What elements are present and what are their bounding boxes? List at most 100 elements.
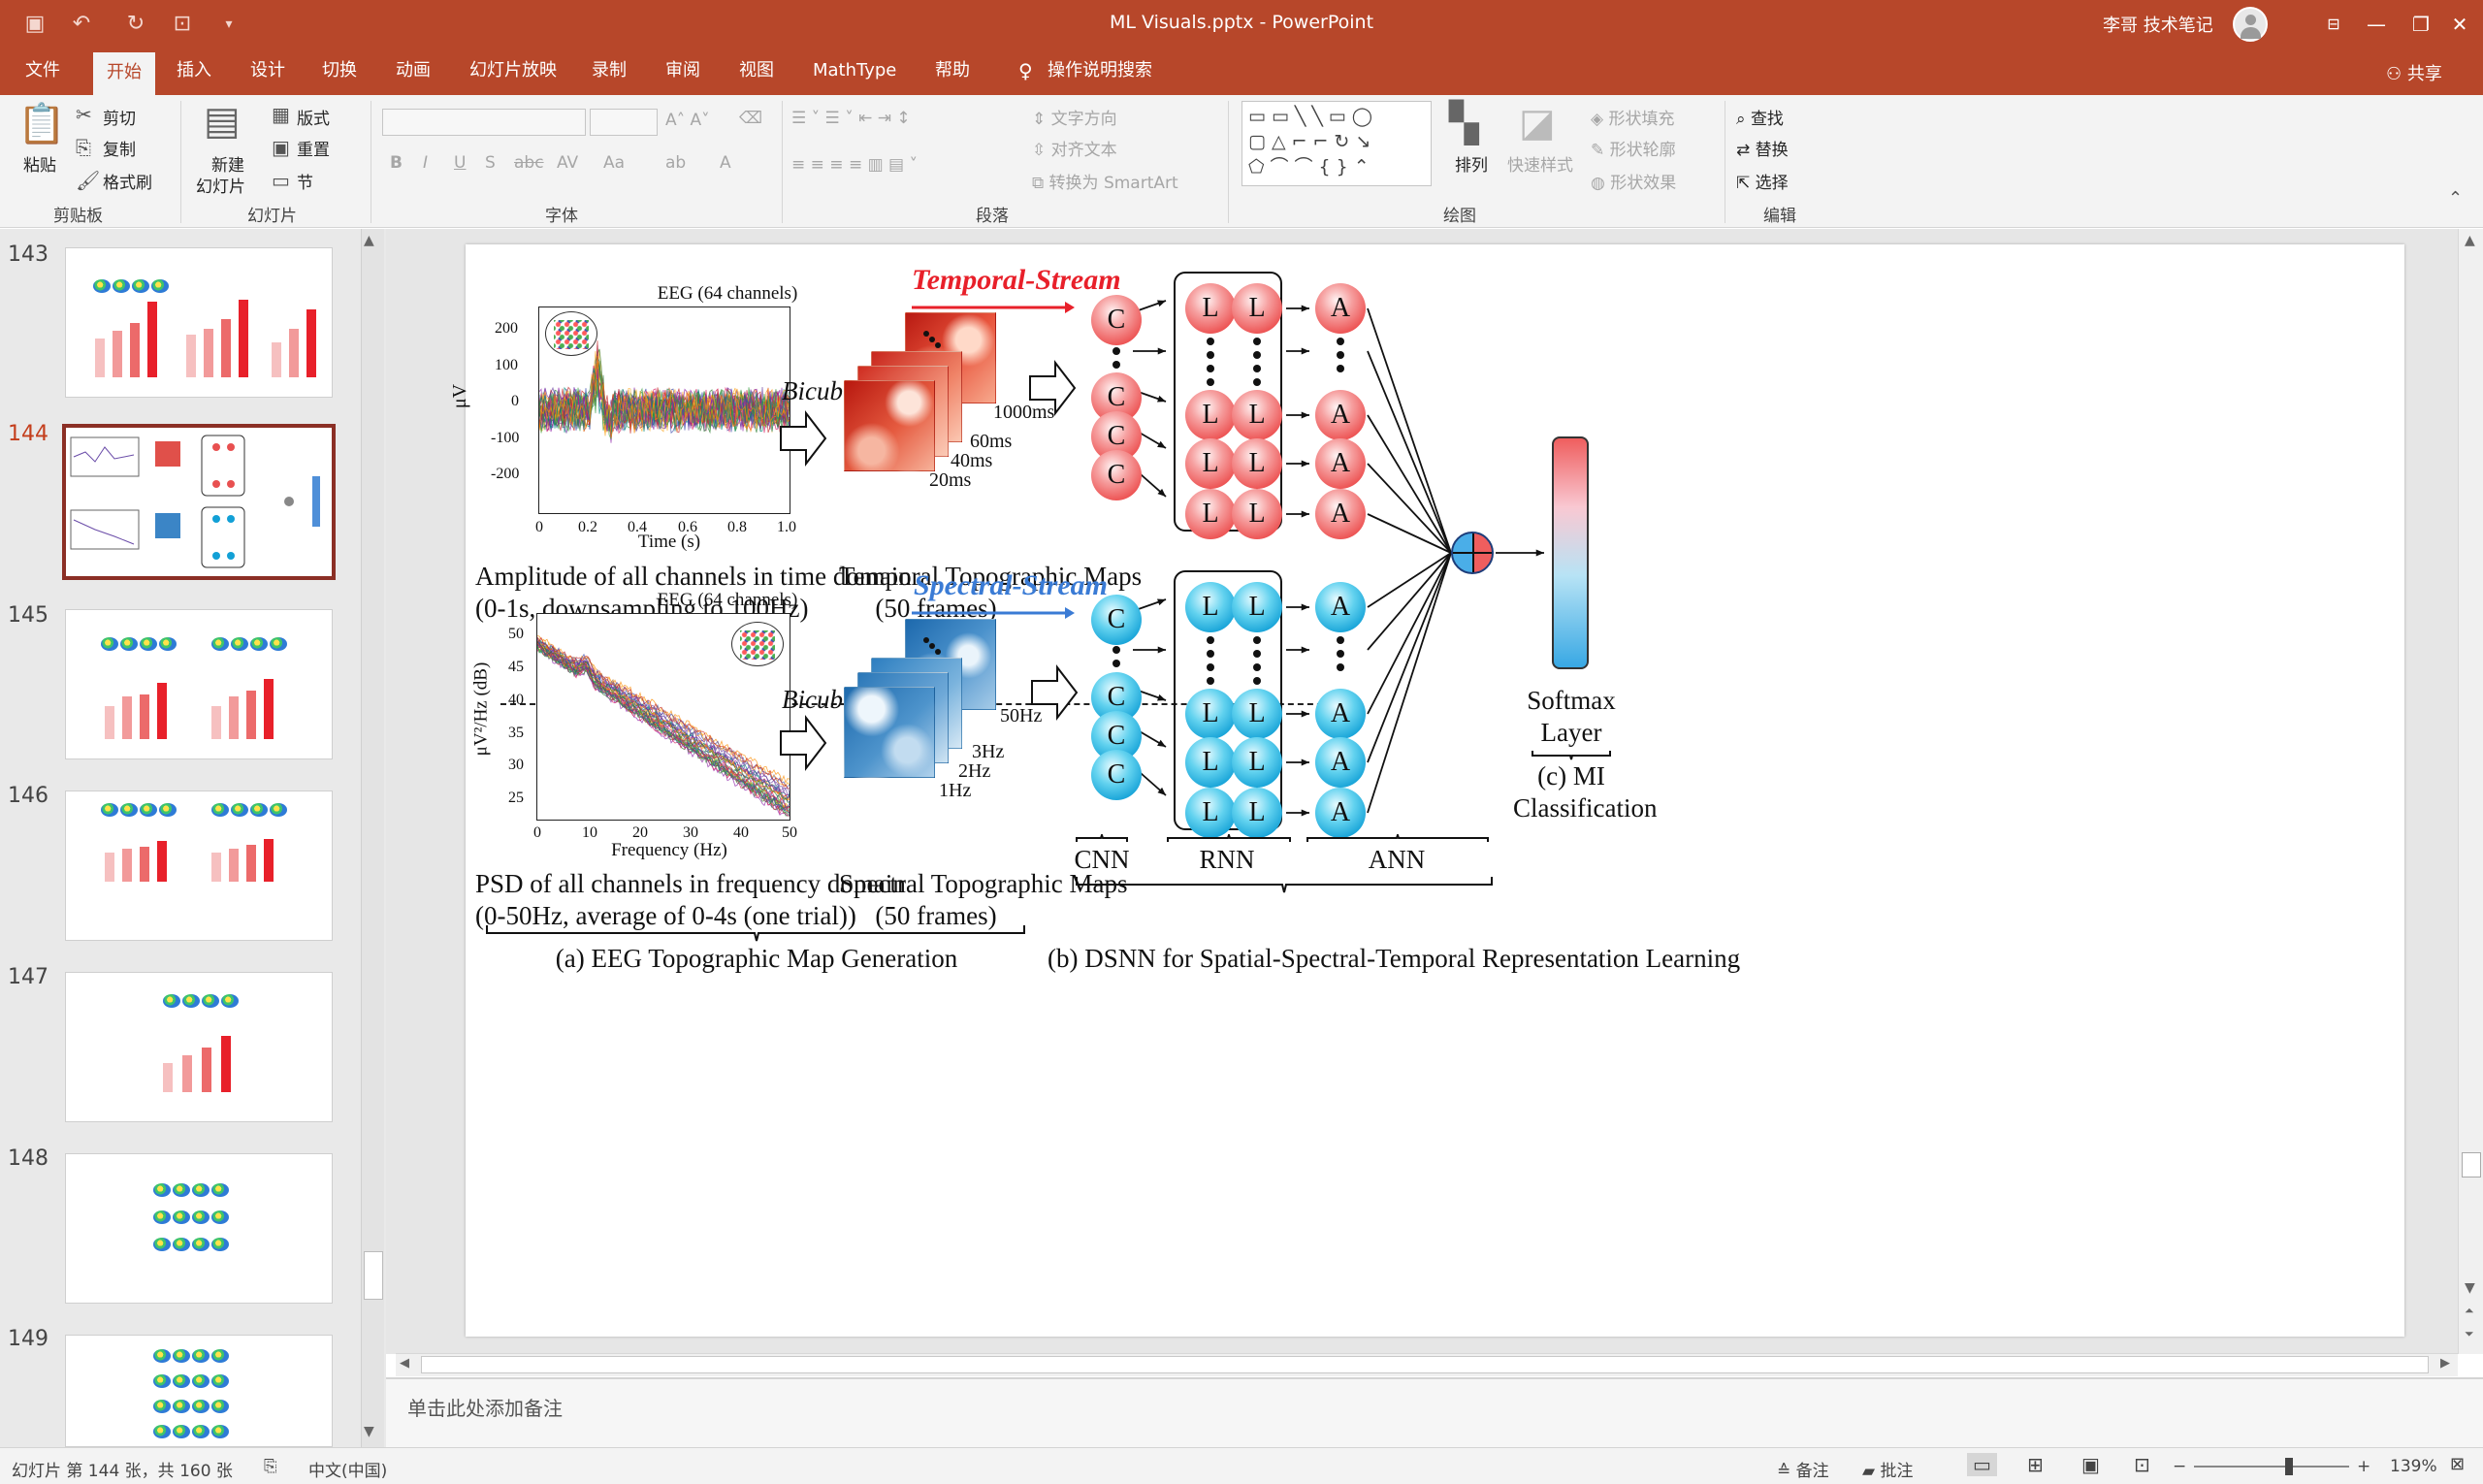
replace-button[interactable]: ⇄ 替换 [1736,136,1789,160]
paste-button[interactable]: 粘贴 [23,151,56,176]
shapes-gallery[interactable]: ▭▭╲╲▭◯ ▢△⌐⌐↻↘ ⬠⌒⌒{}⌃ [1242,101,1432,186]
slide-thumbnail-143[interactable] [65,247,333,398]
text-direction-button[interactable]: ⇕ 文字方向 [1032,105,1117,129]
scroll-left-icon[interactable]: ◀ [400,1356,409,1371]
font-size-select[interactable] [590,109,658,136]
paste-icon[interactable]: 📋 [17,101,66,146]
section-icon[interactable]: ▭ [272,169,290,192]
slide-thumbnail-147[interactable] [65,972,333,1122]
scroll-up-icon[interactable]: ▲ [364,233,374,248]
slideshow-view-icon[interactable]: ⊡ [2134,1453,2150,1476]
scroll-up-icon[interactable]: ▲ [2465,233,2475,248]
scroll-down-icon[interactable]: ▼ [364,1424,374,1439]
shadow-icon[interactable]: S [485,153,496,173]
slide-thumbnail-148[interactable] [65,1153,333,1304]
tab-design[interactable]: 设计 [237,48,299,95]
arrange-icon[interactable]: ▚ [1449,101,1479,145]
select-button[interactable]: ⇱ 选择 [1736,169,1789,193]
tab-review[interactable]: 审阅 [652,48,714,95]
slide-thumbnail-149[interactable] [65,1335,333,1447]
zoom-level[interactable]: 139% [2390,1457,2437,1476]
tab-home[interactable]: 开始 [93,52,155,95]
reset-button[interactable]: 重置 [297,136,330,160]
horizontal-scroll-thumb[interactable] [421,1356,2429,1373]
next-slide-icon[interactable]: ⏷ [2465,1327,2474,1341]
thumbnail-scrollbar[interactable]: ▲ ▼ [361,229,384,1447]
zoom-out-icon[interactable]: − [2173,1457,2186,1476]
vertical-scroll-thumb[interactable] [2462,1152,2481,1178]
minimize-button[interactable]: — [2357,8,2396,41]
notes-pane[interactable]: 单击此处添加备注 [386,1377,2483,1447]
find-button[interactable]: ⌕ 查找 [1736,105,1784,129]
tab-record[interactable]: 录制 [578,48,640,95]
layout-icon[interactable]: ▦ [272,103,290,126]
quick-styles-button[interactable]: 快速样式 [1507,151,1573,176]
scroll-right-icon[interactable]: ▶ [2440,1356,2450,1371]
thumbnail-scroll-thumb[interactable] [364,1251,383,1300]
comments-toggle[interactable]: ▰ 批注 [1862,1457,1913,1481]
slide-canvas[interactable]: EEG (64 channels) 200 100 0 -100 -200 μV… [449,244,2404,1337]
spell-check-icon[interactable]: ⎘ [264,1457,277,1476]
ribbon-display-options-icon[interactable]: ⊟ [2314,8,2353,41]
tab-insert[interactable]: 插入 [163,48,225,95]
bold-icon[interactable]: B [390,153,403,173]
new-slide-icon[interactable]: ▤ [204,99,241,144]
quick-styles-icon[interactable]: ◪ [1519,101,1556,145]
new-slide-button-line2[interactable]: 幻灯片 [196,173,245,197]
tab-mathtype[interactable]: MathType [799,48,910,95]
align-icons[interactable]: ≡ ≡ ≡ ≡ ▥ ▤ ˅ [791,155,918,175]
font-color-icon[interactable]: A [720,153,731,173]
strikethrough-icon[interactable]: abc [514,153,544,173]
normal-view-icon[interactable]: ▭ [1967,1453,1997,1476]
tab-file[interactable]: 文件 [12,48,74,95]
slide-thumbnail-145[interactable] [65,609,333,759]
maximize-button[interactable]: ❐ [2402,8,2440,41]
language-indicator[interactable]: 中文(中国) [308,1457,387,1481]
close-button[interactable]: ✕ [2440,8,2479,41]
clear-formatting-icon[interactable]: ⌫ [739,109,762,128]
scroll-down-icon[interactable]: ▼ [2465,1280,2475,1296]
smartart-button[interactable]: ⧉ 转换为 SmartArt [1032,169,1178,193]
notes-toggle[interactable]: ≙ 备注 [1777,1457,1829,1481]
italic-icon[interactable]: I [423,153,428,173]
avatar[interactable] [2233,7,2268,42]
fit-slide-icon[interactable]: ⊠ [2450,1454,2465,1474]
reset-icon[interactable]: ▣ [272,136,290,159]
tab-help[interactable]: 帮助 [921,48,984,95]
tab-view[interactable]: 视图 [726,48,788,95]
slide-sorter-icon[interactable]: ⊞ [2027,1453,2044,1476]
tab-slideshow[interactable]: 幻灯片放映 [456,48,570,95]
underline-icon[interactable]: U [454,153,466,173]
reading-view-icon[interactable]: ▣ [2081,1453,2100,1476]
section-button[interactable]: 节 [297,169,313,193]
notes-placeholder[interactable]: 单击此处添加备注 [407,1393,563,1421]
tab-animations[interactable]: 动画 [382,48,444,95]
share-button[interactable]: ⚇ 共享 [2386,60,2442,85]
arrange-button[interactable]: 排列 [1455,151,1488,176]
copy-button[interactable]: 复制 [103,136,136,160]
vertical-scrollbar[interactable]: ▲ ▼ ⏶ ⏷ [2458,229,2483,1354]
copy-icon[interactable]: ⎘ [76,136,91,159]
zoom-slider-thumb[interactable] [2285,1458,2293,1475]
previous-slide-icon[interactable]: ⏶ [2465,1304,2474,1318]
horizontal-scrollbar[interactable]: ◀ ▶ [396,1353,2458,1376]
user-name[interactable]: 李哥 技术笔记 [2103,12,2213,37]
font-name-select[interactable] [382,109,586,136]
tell-me-search[interactable]: 操作说明搜索 [1034,48,1166,95]
slide-thumbnail-146[interactable] [65,790,333,941]
align-text-button[interactable]: ⇳ 对齐文本 [1032,136,1117,160]
format-painter-icon[interactable]: 🖌 [76,169,100,192]
shape-fill-button[interactable]: ◈ 形状填充 [1591,105,1674,129]
highlight-icon[interactable]: ab [665,153,686,173]
layout-button[interactable]: 版式 [297,105,330,129]
shape-outline-button[interactable]: ✎ 形状轮廓 [1591,136,1676,160]
collapse-ribbon-icon[interactable]: ⌃ [2448,188,2463,209]
scissors-icon[interactable]: ✂ [76,103,92,126]
slide-thumbnail-144[interactable] [62,424,336,580]
zoom-in-icon[interactable]: + [2357,1457,2370,1476]
cut-button[interactable]: 剪切 [103,105,136,129]
shape-effects-button[interactable]: ◍ 形状效果 [1591,169,1676,193]
format-painter-button[interactable]: 格式刷 [103,169,152,193]
change-case-button[interactable]: Aa [603,153,625,173]
grow-font-icon[interactable]: A˄ A˅ [665,111,710,130]
